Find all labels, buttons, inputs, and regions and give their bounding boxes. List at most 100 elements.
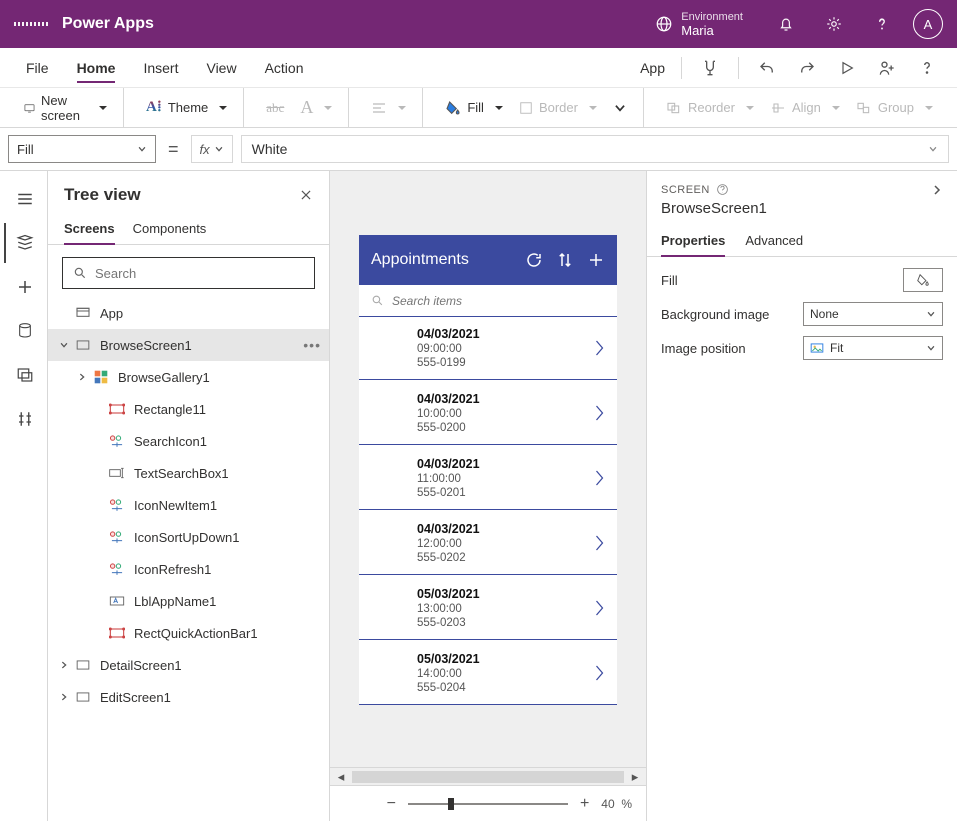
property-selector[interactable]: Fill bbox=[8, 135, 156, 163]
sort-icon[interactable] bbox=[557, 251, 573, 269]
gallery-item[interactable]: 05/03/202113:00:00555-0203 bbox=[359, 575, 617, 640]
gallery-item[interactable]: 04/03/202111:00:00555-0201 bbox=[359, 445, 617, 510]
zoom-in-button[interactable]: + bbox=[580, 795, 589, 813]
item-phone: 555-0201 bbox=[417, 487, 480, 499]
tree-node-rectquick[interactable]: RectQuickActionBar1 bbox=[48, 617, 329, 649]
tree-node-iconnewitem[interactable]: IconNewItem1 bbox=[48, 489, 329, 521]
rail-advanced-tools[interactable] bbox=[4, 399, 44, 439]
chevron-right-icon[interactable] bbox=[593, 469, 605, 487]
ribbon-expand-button[interactable] bbox=[607, 97, 633, 119]
rail-insert[interactable] bbox=[4, 267, 44, 307]
item-phone: 555-0204 bbox=[417, 682, 480, 694]
item-phone: 555-0202 bbox=[417, 552, 480, 564]
tree-search-input[interactable] bbox=[95, 266, 304, 281]
tree-node-detailscreen[interactable]: DetailScreen1 bbox=[48, 649, 329, 681]
formula-input[interactable]: White bbox=[241, 135, 949, 163]
tree-node-lblappname[interactable]: LblAppName1 bbox=[48, 585, 329, 617]
chevron-right-icon[interactable] bbox=[593, 534, 605, 552]
prop-imgpos-value[interactable]: Fit bbox=[803, 336, 943, 360]
help-button[interactable] bbox=[909, 50, 945, 86]
preview-button[interactable] bbox=[829, 50, 865, 86]
screen-icon bbox=[74, 336, 92, 354]
paint-bucket-icon bbox=[916, 273, 930, 287]
app-dropdown[interactable]: App bbox=[634, 60, 671, 76]
tree-node-iconrefresh[interactable]: IconRefresh1 bbox=[48, 553, 329, 585]
more-icon[interactable]: ••• bbox=[303, 337, 321, 353]
prop-bgimage-value[interactable]: None bbox=[803, 302, 943, 326]
scroll-thumb[interactable] bbox=[352, 771, 624, 783]
menu-file[interactable]: File bbox=[12, 48, 63, 87]
user-avatar[interactable]: A bbox=[913, 9, 943, 39]
font-color-button: A bbox=[294, 93, 338, 122]
zoom-out-button[interactable]: − bbox=[387, 795, 396, 813]
control-icon bbox=[108, 528, 126, 546]
tree-node-rectangle[interactable]: Rectangle11 bbox=[48, 393, 329, 425]
chevron-right-icon[interactable] bbox=[593, 664, 605, 682]
add-icon[interactable] bbox=[587, 251, 605, 269]
tree-node-app[interactable]: App bbox=[48, 297, 329, 329]
theme-button[interactable]: A⁞ Theme bbox=[140, 95, 233, 120]
prop-tab-advanced[interactable]: Advanced bbox=[745, 227, 803, 256]
screen-icon bbox=[74, 688, 92, 706]
tree-node-searchicon[interactable]: SearchIcon1 bbox=[48, 425, 329, 457]
tree-node-textsearchbox[interactable]: TextSearchBox1 bbox=[48, 457, 329, 489]
app-launcher-icon[interactable] bbox=[14, 7, 48, 41]
chevron-right-icon[interactable] bbox=[593, 599, 605, 617]
gallery-item[interactable]: 04/03/202112:00:00555-0202 bbox=[359, 510, 617, 575]
horizontal-scrollbar[interactable]: ◂ ▸ bbox=[330, 767, 646, 785]
help-icon[interactable] bbox=[865, 7, 899, 41]
prop-fill-value[interactable] bbox=[903, 268, 943, 292]
gallery-item[interactable]: 05/03/202114:00:00555-0204 bbox=[359, 640, 617, 705]
scroll-right-icon[interactable]: ▸ bbox=[628, 770, 642, 784]
chevron-down-icon[interactable] bbox=[56, 337, 72, 353]
environment-picker[interactable]: Environment Maria bbox=[643, 7, 755, 42]
tree-node-iconsort[interactable]: IconSortUpDown1 bbox=[48, 521, 329, 553]
tree-node-browsegallery[interactable]: BrowseGallery1 bbox=[48, 361, 329, 393]
menu-home[interactable]: Home bbox=[63, 48, 130, 87]
chevron-right-icon[interactable] bbox=[593, 339, 605, 357]
info-icon[interactable] bbox=[716, 183, 729, 196]
left-rail bbox=[0, 171, 48, 821]
tree-tab-components[interactable]: Components bbox=[133, 215, 207, 244]
menu-action[interactable]: Action bbox=[251, 48, 318, 87]
redo-button[interactable] bbox=[789, 50, 825, 86]
settings-icon[interactable] bbox=[817, 7, 851, 41]
refresh-icon[interactable] bbox=[525, 251, 543, 269]
app-preview[interactable]: Appointments 04/03/202109:00:00555-01990… bbox=[359, 235, 617, 705]
undo-button[interactable] bbox=[749, 50, 785, 86]
tree-search[interactable] bbox=[62, 257, 315, 289]
tree-tab-screens[interactable]: Screens bbox=[64, 215, 115, 244]
chevron-down-icon bbox=[137, 144, 147, 154]
chevron-right-icon[interactable] bbox=[74, 369, 90, 385]
item-time: 09:00:00 bbox=[417, 343, 480, 355]
scroll-left-icon[interactable]: ◂ bbox=[334, 770, 348, 784]
app-search-input[interactable] bbox=[392, 294, 605, 308]
control-icon bbox=[108, 496, 126, 514]
menu-view[interactable]: View bbox=[192, 48, 250, 87]
gallery-item[interactable]: 04/03/202109:00:00555-0199 bbox=[359, 317, 617, 380]
tree-node-browsescreen[interactable]: BrowseScreen1 ••• bbox=[48, 329, 329, 361]
prop-tab-properties[interactable]: Properties bbox=[661, 227, 725, 256]
gallery-item[interactable]: 04/03/202110:00:00555-0200 bbox=[359, 380, 617, 445]
rail-tree-view[interactable] bbox=[4, 223, 44, 263]
rail-data[interactable] bbox=[4, 311, 44, 351]
tree-node-editscreen[interactable]: EditScreen1 bbox=[48, 681, 329, 713]
chevron-right-icon[interactable] bbox=[931, 184, 943, 196]
chevron-right-icon[interactable] bbox=[593, 404, 605, 422]
item-phone: 555-0200 bbox=[417, 422, 480, 434]
menu-insert[interactable]: Insert bbox=[129, 48, 192, 87]
app-checker-icon[interactable] bbox=[692, 50, 728, 86]
notifications-icon[interactable] bbox=[769, 7, 803, 41]
item-phone: 555-0203 bbox=[417, 617, 480, 629]
chevron-right-icon[interactable] bbox=[56, 657, 72, 673]
rail-media[interactable] bbox=[4, 355, 44, 395]
rail-hamburger[interactable] bbox=[4, 179, 44, 219]
tree-list: App BrowseScreen1 ••• BrowseGallery1 Rec… bbox=[48, 297, 329, 821]
chevron-right-icon[interactable] bbox=[56, 689, 72, 705]
close-icon[interactable] bbox=[299, 188, 313, 202]
fx-button[interactable]: fx bbox=[191, 135, 233, 163]
share-button[interactable] bbox=[869, 50, 905, 86]
zoom-slider[interactable] bbox=[408, 803, 568, 805]
new-screen-button[interactable]: New screen bbox=[18, 89, 113, 127]
fill-button[interactable]: Fill bbox=[439, 96, 509, 120]
